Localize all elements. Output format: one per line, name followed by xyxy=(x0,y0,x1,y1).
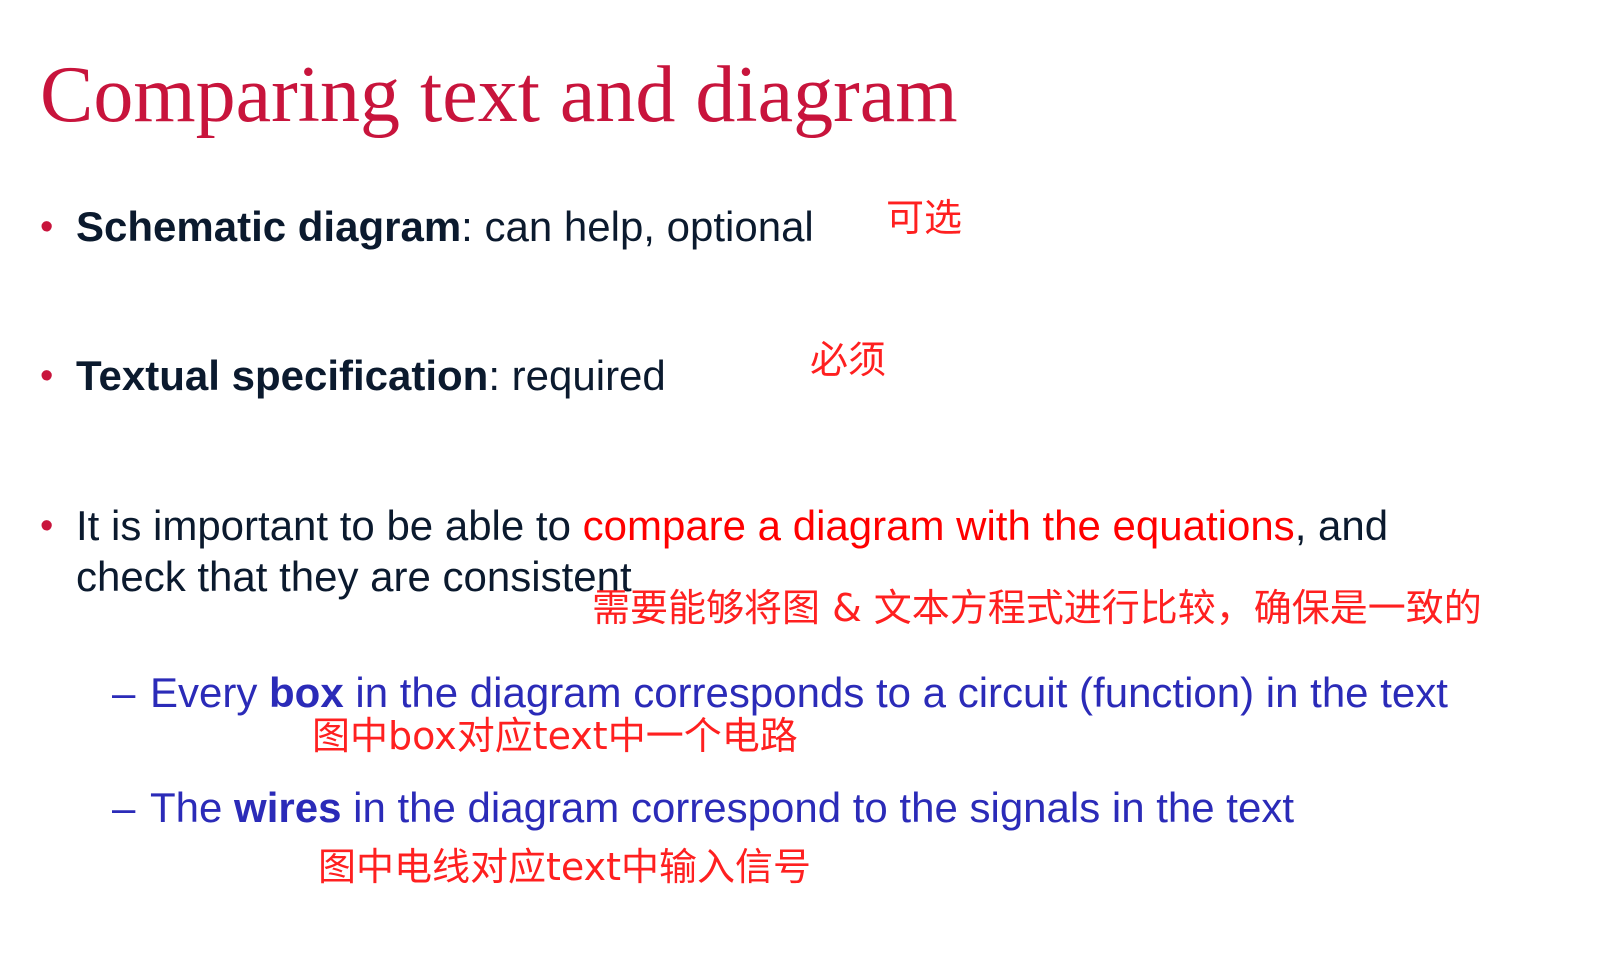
sub-bullet-post: in the diagram correspond to the signals… xyxy=(341,784,1294,831)
annotation-wires-signals: 图中电线对应text中输入信号 xyxy=(318,845,811,889)
bullet-term: Schematic diagram xyxy=(76,203,462,250)
sub-bullet-post: in the diagram corresponds to a circuit … xyxy=(343,669,1448,716)
annotation-compare-consistent: 需要能够将图 & 文本方程式进行比较，确保是一致的 xyxy=(592,586,1482,630)
bullet-text-line-2: check that they are consistent xyxy=(76,553,632,600)
bullet-marker: • xyxy=(40,505,54,547)
bullet-marker: • xyxy=(40,355,54,397)
bullet-text-line-1: It is important to be able to compare a … xyxy=(76,501,1388,551)
bullet-description: : required xyxy=(488,352,666,399)
bullet-highlight: compare a diagram with the equations xyxy=(582,502,1295,549)
bullet-text: Schematic diagram: can help, optional xyxy=(76,202,814,252)
bullet-text-pre: It is important to be able to xyxy=(76,502,583,549)
bullet-term: Textual specification xyxy=(76,352,489,399)
sub-bullet-pre: The xyxy=(150,784,235,831)
bullet-text: Textual specification: required xyxy=(76,351,666,401)
bullet-description: : can help, optional xyxy=(461,203,814,250)
sub-bullet-marker: – xyxy=(112,669,136,716)
sub-bullet-marker: – xyxy=(112,784,136,831)
sub-bullet-pre: Every xyxy=(150,669,270,716)
slide-title: Comparing text and diagram xyxy=(40,51,958,139)
sub-bullet-term: box xyxy=(269,669,344,716)
bullet-text-post: , and xyxy=(1294,502,1389,549)
sub-bullet-text: Every box in the diagram corresponds to … xyxy=(150,668,1448,718)
bullet-marker: • xyxy=(40,206,54,248)
annotation-box-circuit: 图中box对应text中一个电路 xyxy=(312,714,798,758)
annotation-optional: 可选 xyxy=(886,196,963,240)
sub-bullet-term: wires xyxy=(234,784,342,831)
annotation-required: 必须 xyxy=(810,338,887,382)
sub-bullet-text: The wires in the diagram correspond to t… xyxy=(150,783,1294,833)
